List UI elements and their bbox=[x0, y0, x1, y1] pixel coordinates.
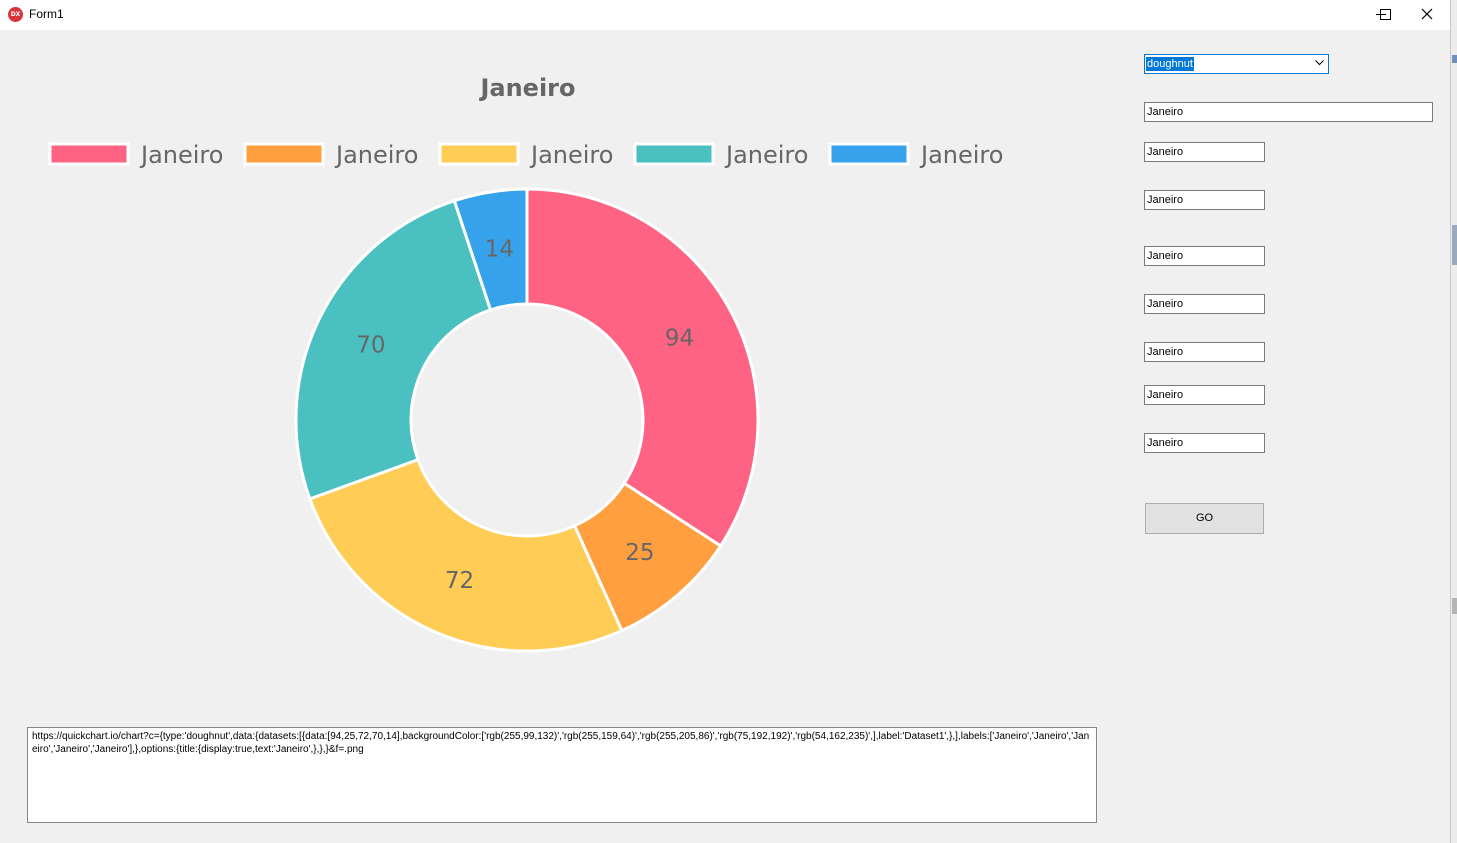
label-input-2[interactable]: Janeiro bbox=[1144, 190, 1265, 210]
chart-title: Janeiro bbox=[478, 74, 575, 102]
title-input[interactable]: Janeiro bbox=[1144, 102, 1433, 122]
label-input-3[interactable]: Janeiro bbox=[1144, 246, 1265, 266]
label-input-1[interactable]: Janeiro bbox=[1144, 142, 1265, 162]
legend-label-1: Janeiro bbox=[139, 141, 223, 169]
slice-value-5: 14 bbox=[485, 237, 514, 263]
slice-3 bbox=[307, 457, 624, 653]
app-icon: DX bbox=[8, 7, 23, 22]
chart-type-dropdown[interactable]: doughnut bbox=[1144, 54, 1329, 74]
chart-legend: Janeiro Janeiro Janeiro Janeiro Janeiro bbox=[48, 141, 1003, 169]
slice-4 bbox=[294, 198, 493, 501]
close-icon bbox=[1421, 8, 1433, 20]
label-input-4[interactable]: Janeiro bbox=[1144, 294, 1265, 314]
doughnut-chart: Janeiro Janeiro Janeiro Janeiro Janeiro Jane… bbox=[48, 74, 1003, 653]
legend-label-3: Janeiro bbox=[529, 141, 613, 169]
slice-value-2: 25 bbox=[625, 540, 654, 566]
chart-type-selected: doughnut bbox=[1146, 57, 1194, 71]
title-bar: DX Form1 bbox=[0, 0, 1450, 30]
background-window-edge bbox=[1450, 0, 1457, 843]
slice-1 bbox=[525, 187, 760, 549]
legend-label-2: Janeiro bbox=[334, 141, 418, 169]
maximize-button[interactable] bbox=[1358, 0, 1404, 30]
maximize-icon bbox=[1380, 9, 1391, 20]
close-button[interactable] bbox=[1404, 0, 1450, 30]
label-input-5[interactable]: Janeiro bbox=[1144, 342, 1265, 362]
legend-label-4: Janeiro bbox=[724, 141, 808, 169]
slice-value-4: 70 bbox=[356, 332, 385, 358]
label-input-7[interactable]: Janeiro bbox=[1144, 433, 1265, 453]
slice-value-1: 94 bbox=[665, 325, 694, 351]
chart-slices bbox=[294, 187, 760, 653]
slice-value-3: 72 bbox=[445, 568, 474, 594]
legend-swatch-3 bbox=[438, 142, 520, 166]
legend-swatch-2 bbox=[243, 142, 325, 166]
window-title: Form1 bbox=[29, 7, 64, 21]
legend-label-5: Janeiro bbox=[919, 141, 1003, 169]
go-button[interactable]: GO bbox=[1145, 503, 1264, 534]
label-input-6[interactable]: Janeiro bbox=[1144, 385, 1265, 405]
chevron-down-icon bbox=[1315, 60, 1324, 66]
legend-swatch-5 bbox=[828, 142, 910, 166]
legend-swatch-1 bbox=[48, 142, 130, 166]
url-memo[interactable]: https://quickchart.io/chart?c={type:'dou… bbox=[27, 727, 1097, 823]
legend-swatch-4 bbox=[633, 142, 715, 166]
